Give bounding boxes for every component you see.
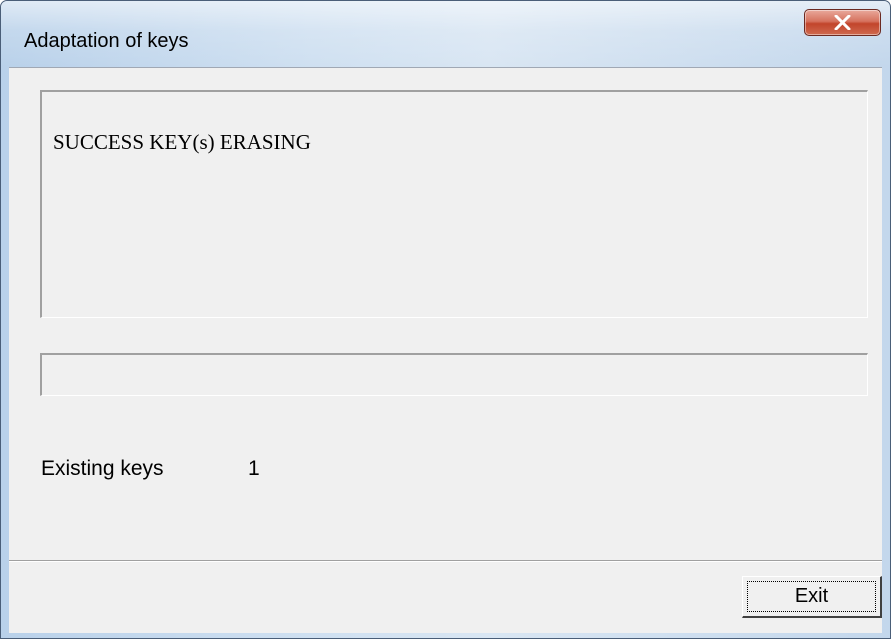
close-button[interactable] (804, 9, 881, 36)
progress-bar (40, 353, 868, 396)
dialog-body: SUCCESS KEY(s) ERASING Existing keys 1 E… (9, 67, 882, 633)
message-panel: SUCCESS KEY(s) ERASING (40, 90, 868, 318)
existing-keys-value: 1 (248, 457, 260, 480)
title-bar[interactable]: Adaptation of keys (1, 1, 890, 67)
exit-button-label: Exit (747, 581, 876, 612)
exit-button[interactable]: Exit (742, 576, 882, 618)
window-title: Adaptation of keys (24, 30, 189, 52)
status-message: SUCCESS KEY(s) ERASING (53, 130, 311, 154)
close-x-icon (834, 15, 851, 30)
footer-divider (9, 560, 882, 562)
dialog-window: Adaptation of keys SUCCESS KEY(s) ERASIN… (0, 0, 891, 639)
existing-keys-label: Existing keys (41, 457, 164, 480)
